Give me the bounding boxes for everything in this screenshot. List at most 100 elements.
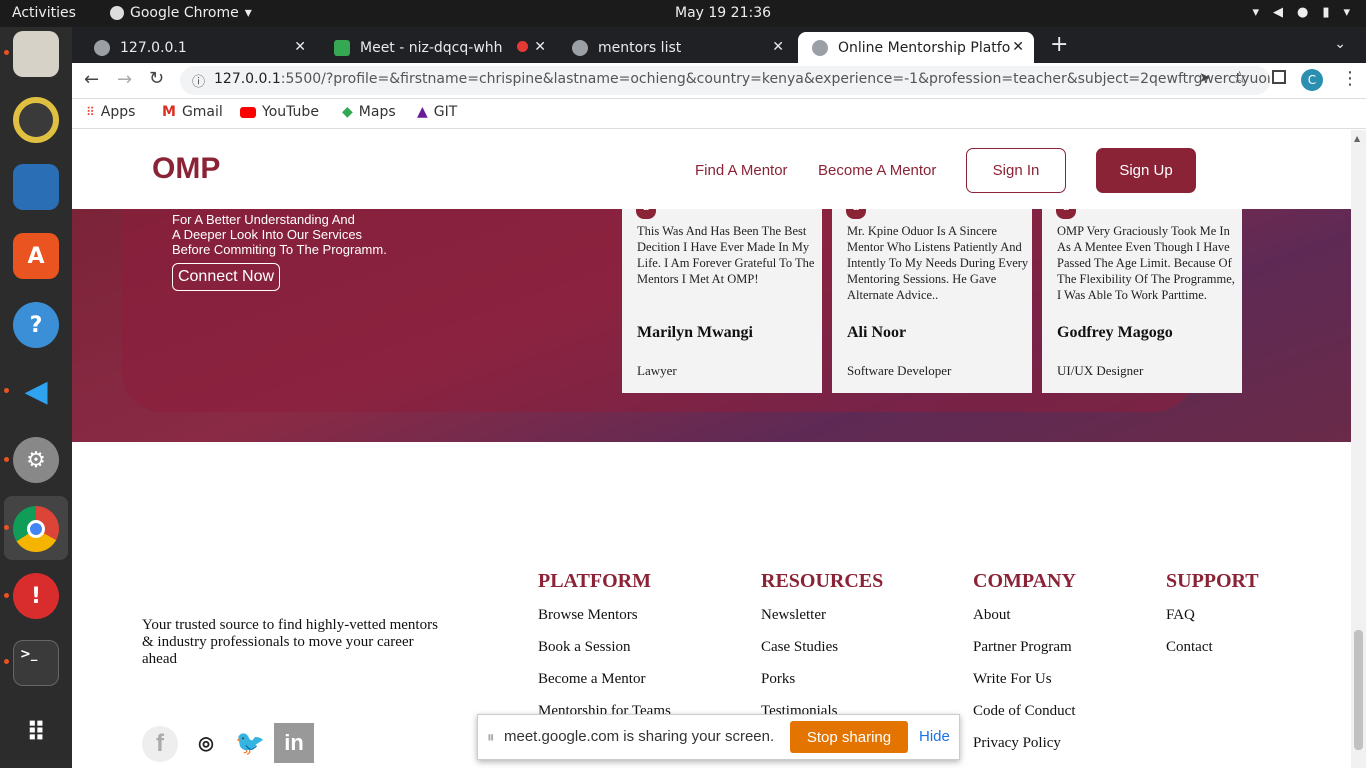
bookmark-youtube[interactable]: YouTube <box>240 104 319 120</box>
close-tab-icon[interactable]: ✕ <box>772 39 784 55</box>
bookmark-label: Maps <box>358 104 396 120</box>
bookmark-star-icon[interactable]: ☆ <box>1232 68 1247 88</box>
scrollbar-thumb[interactable] <box>1354 630 1363 750</box>
site-navbar: OMP Find A Mentor Become A Mentor Sign I… <box>72 130 1351 209</box>
terminal-icon[interactable]: >_ <box>13 640 59 686</box>
tab-search-icon[interactable]: ⌄ <box>1334 36 1346 52</box>
bookmark-maps[interactable]: ◆ Maps <box>342 104 396 120</box>
app-grid-icon[interactable]: ⠿ <box>13 710 59 756</box>
activities-button[interactable]: Activities <box>12 5 76 21</box>
error-report-icon[interactable]: ! <box>13 573 59 619</box>
footer-link[interactable]: Newsletter <box>761 607 883 639</box>
maps-icon: ◆ <box>342 104 353 120</box>
instagram-icon[interactable]: ◎ <box>186 723 226 763</box>
footer-link[interactable]: Become a Mentor <box>538 671 671 703</box>
hero-line: A Deeper Look Into Our Services <box>172 227 363 242</box>
caret-down-icon: ▾ <box>1343 5 1350 20</box>
rhythmbox-icon[interactable] <box>13 97 59 143</box>
recording-icon <box>517 41 528 52</box>
footer-heading: RESOURCES <box>761 570 884 592</box>
footer-link[interactable]: Porks <box>761 671 883 703</box>
footer-link[interactable]: Browse Mentors <box>538 607 671 639</box>
help-icon[interactable]: ? <box>13 302 59 348</box>
forward-icon[interactable]: → <box>117 69 132 90</box>
linkedin-icon[interactable]: in <box>274 723 314 763</box>
tab-localhost[interactable]: 127.0.0.1 ✕ <box>80 32 316 63</box>
tab-omp[interactable]: Online Mentorship Platfo ✕ <box>798 32 1034 63</box>
testimonial-name: Godfrey Magogo <box>1057 324 1173 341</box>
close-tab-icon[interactable]: ✕ <box>294 39 306 55</box>
files-icon[interactable] <box>13 31 59 77</box>
hero-section: For A Better Understanding And A Deeper … <box>72 205 1351 442</box>
testimonial-name: Ali Noor <box>847 324 907 341</box>
drag-handle-icon[interactable]: ⏸ <box>487 729 495 746</box>
footer-link[interactable]: Privacy Policy <box>973 735 1076 767</box>
testimonial-text: OMP Very Graciously Took Me In As A Ment… <box>1057 224 1235 302</box>
page-scrollbar[interactable]: ▲ <box>1351 130 1366 768</box>
footer-link[interactable]: Case Studies <box>761 639 883 671</box>
back-icon[interactable]: ← <box>84 69 99 90</box>
chrome-icon[interactable] <box>13 506 59 552</box>
chrome-icon <box>110 6 124 20</box>
close-tab-icon[interactable]: ✕ <box>534 39 546 55</box>
bookmark-label: GIT <box>433 104 458 120</box>
site-logo[interactable]: OMP <box>152 152 220 186</box>
footer-link[interactable]: Book a Session <box>538 639 671 671</box>
new-tab-icon[interactable]: + <box>1050 32 1068 57</box>
tab-meet[interactable]: Meet - niz-dqcq-whh ✕ <box>320 32 556 63</box>
footer-link[interactable]: FAQ <box>1166 607 1259 639</box>
side-panel-icon[interactable] <box>1272 70 1286 84</box>
bookmark-git[interactable]: ▲ GIT <box>417 104 457 120</box>
bookmark-gmail[interactable]: M Gmail <box>162 104 223 120</box>
testimonial-card: ❝ OMP Very Graciously Took Me In As A Me… <box>1042 205 1242 393</box>
git-icon: ▲ <box>417 104 428 120</box>
settings-icon[interactable]: ⚙ <box>13 437 59 483</box>
footer-link[interactable]: Contact <box>1166 639 1259 671</box>
hide-button[interactable]: Hide <box>919 728 950 745</box>
vscode-icon[interactable]: ◀ <box>13 368 59 414</box>
connect-now-button[interactable]: Connect Now <box>172 263 280 291</box>
running-indicator <box>4 525 9 530</box>
running-indicator <box>4 659 9 664</box>
apps-grid-icon: ⠿ <box>86 105 95 119</box>
bookmark-apps[interactable]: ⠿ Apps <box>86 104 135 120</box>
web-page: OMP Find A Mentor Become A Mentor Sign I… <box>72 130 1351 768</box>
twitter-icon[interactable]: 🐦 <box>230 723 270 763</box>
testimonial-text: This Was And Has Been The Best Decition … <box>637 224 815 286</box>
meet-icon <box>334 39 350 56</box>
facebook-icon[interactable]: f <box>142 726 178 762</box>
sign-in-button[interactable]: Sign In <box>966 148 1066 193</box>
footer-link[interactable]: About <box>973 607 1076 639</box>
footer-link[interactable]: Code of Conduct <box>973 703 1076 735</box>
scroll-up-icon[interactable]: ▲ <box>1354 134 1360 143</box>
youtube-icon <box>240 106 256 118</box>
url-host: 127.0.0.1 <box>214 71 281 87</box>
testimonial-card: ❝ This Was And Has Been The Best Decitio… <box>622 205 822 393</box>
nav-become-mentor[interactable]: Become A Mentor <box>818 162 936 179</box>
battery-icon: ▮ <box>1322 5 1330 20</box>
menu-icon[interactable]: ⋮ <box>1341 68 1359 89</box>
send-icon[interactable]: ➤ <box>1199 70 1211 86</box>
tab-mentors-list[interactable]: mentors list ✕ <box>558 32 794 63</box>
app-menu[interactable]: Google Chrome ▾ <box>110 5 252 21</box>
sign-up-button[interactable]: Sign Up <box>1096 148 1196 193</box>
globe-icon <box>812 39 828 56</box>
nav-find-mentor[interactable]: Find A Mentor <box>695 162 788 179</box>
address-bar[interactable]: ⓘ 127.0.0.1:5500/?profile=&firstname=chr… <box>180 66 1270 95</box>
footer-tagline: Your trusted source to find highly-vette… <box>142 617 438 667</box>
reload-icon[interactable]: ↻ <box>149 68 164 89</box>
testimonial-card: ❝ Mr. Kpine Oduor Is A Sincere Mentor Wh… <box>832 205 1032 393</box>
system-tray[interactable]: ▾ ◀ ● ▮ ▾ <box>1252 5 1350 20</box>
profile-avatar[interactable]: C <box>1301 69 1323 91</box>
close-tab-icon[interactable]: ✕ <box>1012 39 1024 55</box>
wifi-icon: ▾ <box>1252 5 1259 20</box>
tab-title: mentors list <box>598 39 682 56</box>
running-indicator <box>4 593 9 598</box>
clock[interactable]: May 19 21:36 <box>675 5 771 21</box>
caret-down-icon: ▾ <box>244 5 252 21</box>
software-icon[interactable]: A <box>13 233 59 279</box>
footer-link[interactable]: Partner Program <box>973 639 1076 671</box>
writer-icon[interactable] <box>13 164 59 210</box>
footer-link[interactable]: Write For Us <box>973 671 1076 703</box>
stop-sharing-button[interactable]: Stop sharing <box>790 721 908 753</box>
